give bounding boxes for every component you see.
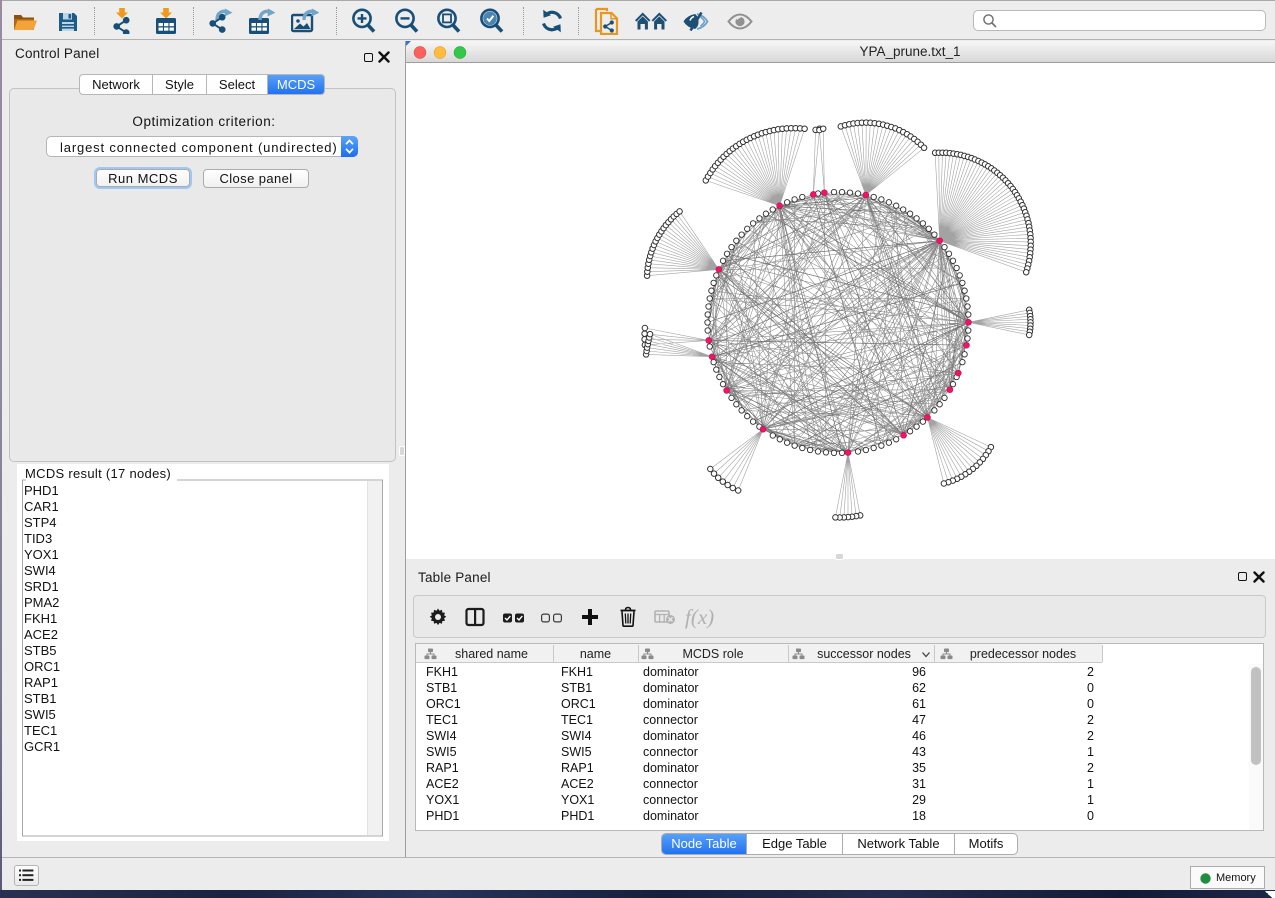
- svg-text:f(x): f(x): [685, 605, 714, 629]
